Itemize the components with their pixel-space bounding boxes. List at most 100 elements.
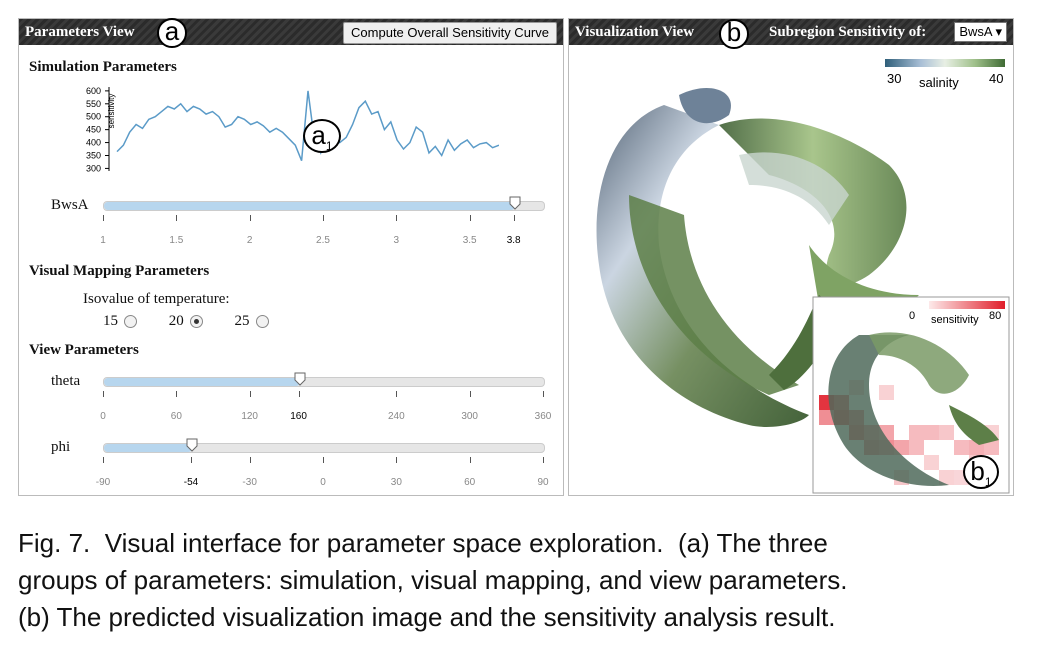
slider-tick-label: 2 [246, 235, 253, 246]
slider-tick-label: 300 [461, 411, 478, 422]
salinity-colorbar-gradient [885, 59, 1005, 67]
salinity-min: 30 [887, 71, 901, 86]
slider-tick-label: 60 [464, 477, 476, 488]
salinity-colorbar: 30 salinity 40 [885, 59, 1005, 90]
slider-tick [103, 215, 104, 221]
slider-tick-label: 60 [170, 411, 182, 422]
slider-tick [176, 391, 178, 397]
sensitivity-colorbar-gradient [929, 301, 1005, 309]
y-tick-label: 350 [86, 150, 101, 160]
slider-tick [469, 215, 471, 221]
simulation-parameters-heading: Simulation Parameters [29, 59, 177, 75]
bwsa-ticks: 1 1.5 2 2.5 3 3.5 3.8 [100, 215, 543, 251]
isovalue-option-15[interactable]: 15 [103, 313, 137, 329]
heatmap-cell [909, 440, 924, 455]
sensitivity-curve-chart: sensitivity 300 350 400 450 500 550 600 [86, 86, 499, 173]
theta-slider[interactable] [103, 372, 545, 387]
slider-tick-label: 120 [241, 411, 258, 422]
y-tick-label: 600 [86, 86, 101, 96]
slider-tick [469, 391, 471, 397]
visual-mapping-heading: Visual Mapping Parameters [29, 263, 210, 279]
parameters-view-title: Parameters View [25, 24, 135, 40]
caption-line-2: groups of parameters: simulation, visual… [18, 565, 848, 595]
heatmap-cell [924, 425, 939, 440]
slider-tick [396, 391, 398, 397]
bwsa-slider-handle[interactable] [509, 196, 521, 210]
slider-tick-label: 360 [534, 411, 552, 422]
slider-value-label: 3.8 [506, 235, 521, 246]
heatmap-cell [924, 455, 939, 470]
slider-tick [543, 457, 544, 463]
slider-tick [396, 457, 398, 463]
slider-tick-label: 1 [100, 235, 106, 246]
slider-tick-label: 2.5 [316, 235, 330, 246]
slider-tick [249, 391, 251, 397]
phi-slider[interactable] [103, 438, 545, 453]
isovalue-15-radio[interactable] [124, 315, 137, 329]
isovalue-label: Isovalue of temperature: [83, 291, 230, 307]
bwsa-label: BwsA [51, 197, 89, 213]
y-axis-label: sensitivity [107, 94, 116, 129]
slider-tick [543, 391, 544, 397]
y-tick-label: 300 [86, 163, 101, 173]
slider-tick-label: 0 [320, 477, 326, 488]
slider-tick [323, 215, 324, 221]
slider-tick [396, 215, 398, 221]
isovalue-option-25[interactable]: 25 [235, 313, 269, 329]
slider-tick-label: 240 [387, 411, 405, 422]
slider-tick-label: 0 [100, 411, 106, 422]
y-tick-label: 400 [86, 138, 101, 148]
caption-line-3: (b) The predicted visualization image an… [18, 602, 836, 632]
y-tick-label: 500 [86, 112, 101, 122]
salinity-label: salinity [919, 75, 959, 90]
isovalue-20-radio[interactable] [189, 315, 203, 329]
slider-tick-label: -90 [95, 477, 111, 488]
phi-ticks: -90 -30 0 30 60 90 -54 [96, 457, 549, 493]
heatmap-cell [909, 425, 924, 440]
sensitivity-max: 80 [989, 310, 1001, 322]
salinity-max: 40 [989, 71, 1003, 86]
slider-tick-label: 3.5 [462, 235, 477, 246]
slider-tick [176, 215, 178, 221]
theta-slider-handle[interactable] [294, 372, 306, 386]
compute-sensitivity-button[interactable]: Compute Overall Sensitivity Curve [343, 22, 557, 44]
slider-tick [249, 215, 251, 221]
visualization-view-titlebar: Visualization View b Subregion Sensitivi… [569, 19, 1013, 49]
isovalue-options: 15 20 25 [103, 313, 269, 330]
subregion-dropdown[interactable]: BwsA ▾ [954, 22, 1007, 42]
y-tick-label: 450 [86, 125, 101, 135]
theta-slider-fill [104, 378, 300, 386]
parameters-view-panel: Parameters View a Compute Overall Sensit… [18, 18, 564, 496]
marker-a1: a1 [303, 119, 341, 153]
slider-tick-label: 3 [393, 235, 400, 246]
heatmap-cell [954, 440, 969, 455]
theta-ticks: 0 60 120 240 300 360 160 [100, 391, 551, 427]
bwsa-slider-fill [104, 202, 515, 210]
slider-tick [249, 457, 251, 463]
ocean-visualization: 30 salinity 40 0 sensitivity 80 [596, 59, 1010, 494]
slider-tick-label: -30 [242, 477, 257, 488]
phi-slider-fill [104, 444, 192, 452]
marker-a: a [157, 18, 187, 48]
slider-value-tick [513, 215, 515, 221]
slider-value-label: -54 [183, 477, 199, 488]
y-tick-label: 550 [86, 99, 101, 109]
slider-tick-label: 1.5 [169, 235, 184, 246]
visualization-view-panel: Visualization View b Subregion Sensitivi… [568, 18, 1014, 496]
dropdown-arrow-icon: ▾ [995, 24, 1002, 39]
slider-tick [469, 457, 471, 463]
heatmap-cell [879, 385, 894, 400]
isovalue-option-20[interactable]: 20 [169, 313, 203, 329]
marker-b1: b1 [963, 455, 999, 489]
slider-value-tick [298, 391, 300, 397]
view-parameters-heading: View Parameters [29, 342, 139, 358]
slider-tick [103, 457, 104, 463]
slider-tick [323, 457, 324, 463]
slider-value-tick [191, 457, 192, 463]
bwsa-slider[interactable] [103, 196, 545, 211]
heatmap-cell [939, 425, 954, 440]
theta-label: theta [51, 373, 81, 389]
visualization-view-title: Visualization View [575, 24, 695, 40]
isovalue-25-radio[interactable] [255, 315, 269, 329]
phi-slider-handle[interactable] [186, 438, 198, 452]
